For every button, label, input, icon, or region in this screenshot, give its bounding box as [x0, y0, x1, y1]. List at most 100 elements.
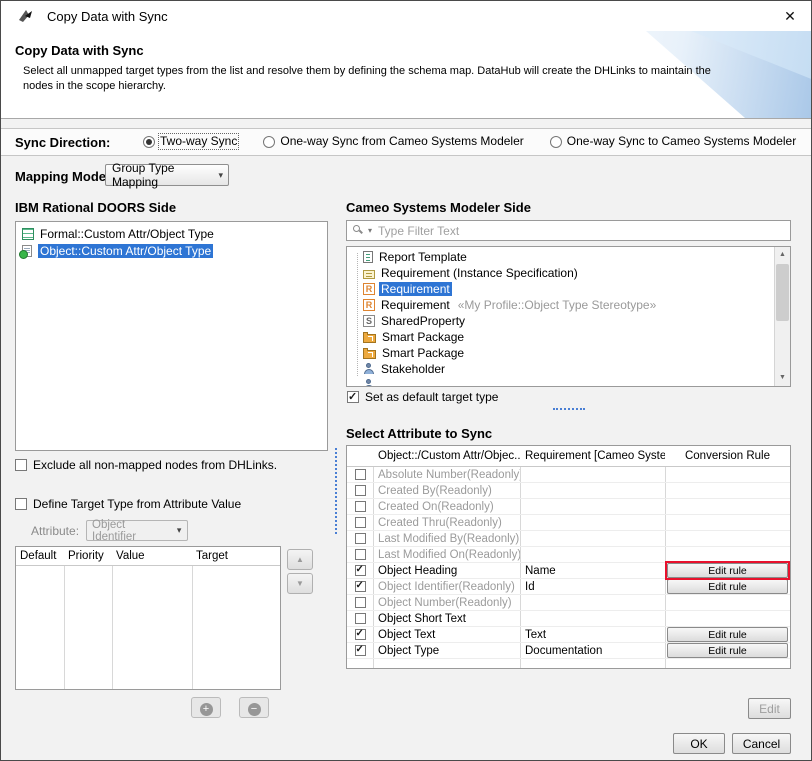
attr-source-name: Object Type: [373, 645, 520, 657]
attr-target-name: Text: [520, 629, 665, 641]
edit-rule-button[interactable]: Edit rule: [667, 643, 788, 658]
edit-rule-button[interactable]: Edit rule: [667, 563, 788, 578]
dialog-header: Copy Data with Sync Select all unmapped …: [1, 31, 811, 119]
attr-checkbox[interactable]: [355, 549, 366, 560]
move-up-button[interactable]: ▲: [287, 549, 313, 570]
tree-item-label: Stakeholder: [379, 362, 447, 376]
attr-checkbox[interactable]: [355, 533, 366, 544]
scrollbar-thumb[interactable]: [776, 264, 789, 321]
attr-row: Object Identifier(Readonly)IdEdit rule: [347, 579, 790, 595]
radio-button[interactable]: [263, 136, 275, 148]
define-target-type-checkbox[interactable]: [15, 498, 27, 510]
attr-checkbox[interactable]: [355, 517, 366, 528]
header-description-line2: nodes in the scope hierarchy.: [23, 79, 711, 94]
tree-item-label: Report Template: [377, 250, 469, 264]
sync-radio-option[interactable]: One-way Sync to Cameo Systems Modeler: [550, 135, 796, 148]
tree-item[interactable]: Smart Package: [347, 345, 773, 361]
edit-button[interactable]: Edit: [748, 698, 791, 719]
radio-button[interactable]: [143, 136, 155, 148]
close-icon[interactable]: ✕: [782, 8, 798, 24]
set-default-target-row[interactable]: Set as default target type: [347, 390, 498, 404]
attr-row: Absolute Number(Readonly): [347, 467, 790, 483]
column-divider: [112, 547, 113, 689]
add-row-button[interactable]: +: [191, 697, 221, 718]
define-target-type-checkbox-row[interactable]: Define Target Type from Attribute Value: [15, 497, 241, 511]
attr-checkbox[interactable]: [355, 501, 366, 512]
attr-source-name: Object Heading: [373, 565, 520, 577]
exclude-checkbox-row[interactable]: Exclude all non-mapped nodes from DHLink…: [15, 458, 277, 472]
attr-checkbox[interactable]: [355, 645, 366, 656]
attr-source-name: Last Modified On(Readonly): [373, 549, 520, 561]
attr-rule-cell: Edit rule: [665, 643, 790, 658]
tree-item[interactable]: Requirement«My Profile::Object Type Ster…: [347, 297, 773, 313]
exclude-checkbox-label: Exclude all non-mapped nodes from DHLink…: [33, 458, 277, 472]
attr-target-name: Id: [520, 581, 665, 593]
edit-rule-button[interactable]: Edit rule: [667, 579, 788, 594]
select-attribute-title: Select Attribute to Sync: [346, 426, 492, 441]
edit-rule-button[interactable]: Edit rule: [667, 627, 788, 642]
tree-item[interactable]: [347, 377, 773, 386]
radio-button[interactable]: [550, 136, 562, 148]
doors-tree: Formal::Custom Attr/Object TypeObject::C…: [15, 221, 328, 451]
tree-item[interactable]: Requirement: [347, 281, 773, 297]
ok-button[interactable]: OK: [673, 733, 725, 754]
attr-checkbox[interactable]: [355, 581, 366, 592]
tree-item[interactable]: Requirement (Instance Specification): [347, 265, 773, 281]
type-filter-box[interactable]: ▾ Type Filter Text: [346, 220, 791, 241]
vertical-splitter-handle[interactable]: [335, 448, 337, 534]
horizontal-splitter-handle[interactable]: [553, 408, 585, 410]
tree-item[interactable]: SharedProperty: [347, 313, 773, 329]
radio-label: One-way Sync to Cameo Systems Modeler: [567, 135, 796, 148]
column-divider: [64, 547, 65, 689]
tree-item-label: Requirement (Instance Specification): [379, 266, 580, 280]
tree-item[interactable]: Formal::Custom Attr/Object Type: [16, 225, 327, 242]
attr-target-name: Name: [520, 565, 665, 577]
attr-row: Created Thru(Readonly): [347, 515, 790, 531]
mapping-mode-select[interactable]: Group Type Mapping ▾: [105, 164, 229, 186]
cancel-button[interactable]: Cancel: [732, 733, 791, 754]
exclude-checkbox[interactable]: [15, 459, 27, 471]
title-bar[interactable]: Copy Data with Sync ✕: [1, 1, 811, 31]
attr-rule-cell: Edit rule: [665, 579, 790, 594]
sync-radio-option[interactable]: One-way Sync from Cameo Systems Modeler: [263, 135, 523, 148]
attr-checkbox[interactable]: [355, 469, 366, 480]
plus-icon: +: [200, 703, 213, 716]
attr-row-checkbox-cell: [347, 645, 373, 656]
chevron-down-icon: ▾: [213, 170, 228, 181]
value-table-header-cell: Priority: [64, 550, 112, 562]
attr-source-name: Created Thru(Readonly): [373, 517, 520, 529]
vertical-scrollbar[interactable]: ▲ ▼: [774, 247, 790, 386]
column-divider: [192, 547, 193, 689]
cameo-panel: Report Template Requirement (Instance Spe…: [346, 246, 791, 387]
mapping-mode-label: Mapping Mode:: [15, 169, 110, 184]
attr-checkbox[interactable]: [355, 629, 366, 640]
attr-row: Object HeadingNameEdit rule: [347, 563, 790, 579]
set-default-target-checkbox[interactable]: [347, 391, 359, 403]
window-title: Copy Data with Sync: [47, 9, 168, 24]
attr-row: Last Modified By(Readonly): [347, 531, 790, 547]
move-down-button[interactable]: ▼: [287, 573, 313, 594]
search-icon: [352, 224, 365, 237]
tree-item[interactable]: Smart Package: [347, 329, 773, 345]
attr-checkbox[interactable]: [355, 485, 366, 496]
sync-radio-option[interactable]: Two-way Sync: [143, 135, 237, 148]
cameo-side-title: Cameo Systems Modeler Side: [346, 200, 531, 215]
tree-item[interactable]: Report Template: [347, 249, 773, 265]
value-table-header-cell: Target: [192, 550, 278, 562]
header-title: Copy Data with Sync: [15, 43, 144, 58]
attr-target-name: Documentation: [520, 645, 665, 657]
attr-checkbox[interactable]: [355, 565, 366, 576]
remove-row-button[interactable]: −: [239, 697, 269, 718]
radio-label: One-way Sync from Cameo Systems Modeler: [280, 135, 523, 148]
stereotype-label: «My Profile::Object Type Stereotype»: [456, 298, 657, 312]
attribute-select[interactable]: Object Identifier ▾: [86, 520, 188, 541]
tree-item-label: Smart Package: [380, 346, 466, 360]
scroll-up-icon[interactable]: ▲: [775, 247, 790, 263]
header-description-line1: Select all unmapped target types from th…: [23, 64, 711, 79]
scroll-down-icon[interactable]: ▼: [775, 370, 790, 386]
attr-source-name: Last Modified By(Readonly): [373, 533, 520, 545]
attr-checkbox[interactable]: [355, 613, 366, 624]
tree-item[interactable]: Stakeholder: [347, 361, 773, 377]
tree-item[interactable]: Object::Custom Attr/Object Type: [16, 242, 327, 259]
attr-checkbox[interactable]: [355, 597, 366, 608]
